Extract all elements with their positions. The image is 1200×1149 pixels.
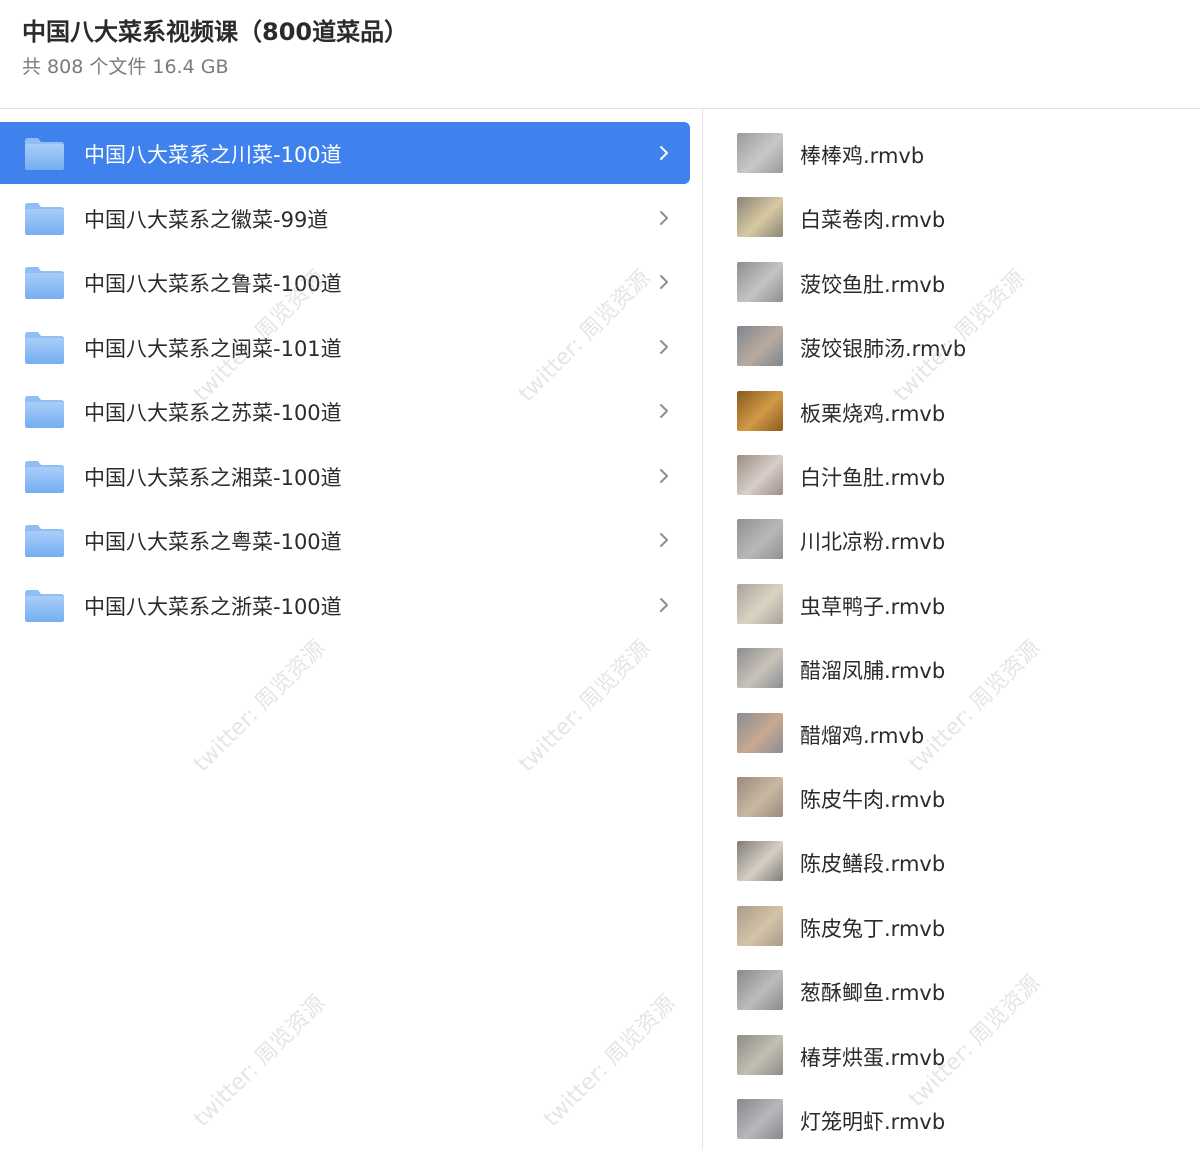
video-thumbnail <box>737 841 783 882</box>
video-thumbnail <box>737 133 783 173</box>
file-row[interactable]: 白菜卷肉.rmvb <box>703 187 1200 247</box>
folder-label: 中国八大菜系之徽菜-99道 <box>84 207 329 232</box>
header: 中国八大菜系视频课（800道菜品） 共 808 个文件 16.4 GB <box>0 0 1200 109</box>
folder-row[interactable]: 中国八大菜系之粤菜-100道 <box>0 509 690 571</box>
chevron-right-icon <box>660 533 668 547</box>
video-thumbnail <box>737 455 783 495</box>
video-thumbnail <box>737 519 783 560</box>
video-thumbnail <box>737 261 783 302</box>
file-label: 醋熘鸡.rmvb <box>800 723 925 748</box>
file-row[interactable]: 陈皮牛肉.rmvb <box>703 767 1200 827</box>
file-row[interactable]: 陈皮兔丁.rmvb <box>703 896 1200 956</box>
video-thumbnail <box>737 905 783 946</box>
file-row[interactable]: 葱酥鲫鱼.rmvb <box>703 960 1200 1020</box>
folder-row[interactable]: 中国八大菜系之川菜-100道 <box>0 122 690 184</box>
file-row[interactable]: 陈皮鳝段.rmvb <box>703 831 1200 891</box>
video-thumbnail <box>737 326 783 367</box>
file-row[interactable]: 菠饺银肺汤.rmvb <box>703 316 1200 376</box>
folder-row[interactable]: 中国八大菜系之鲁菜-100道 <box>0 251 690 313</box>
folder-label: 中国八大菜系之鲁菜-100道 <box>84 272 342 296</box>
video-thumbnail <box>737 197 783 238</box>
folder-icon <box>25 525 64 557</box>
folder-icon <box>25 267 64 299</box>
file-row[interactable]: 灯笼明虾.rmvb <box>703 1089 1200 1149</box>
folder-icon <box>25 396 64 428</box>
file-label: 灯笼明虾.rmvb <box>800 1110 946 1134</box>
folder-label: 中国八大菜系之苏菜-100道 <box>84 401 342 425</box>
video-thumbnail <box>737 1099 783 1139</box>
file-label: 陈皮兔丁.rmvb <box>800 916 946 941</box>
video-thumbnail <box>737 390 783 431</box>
folder-row[interactable]: 中国八大菜系之闽菜-101道 <box>0 316 690 378</box>
folder-icon <box>25 460 64 493</box>
folder-row[interactable]: 中国八大菜系之湘菜-100道 <box>0 445 690 507</box>
file-row[interactable]: 板栗烧鸡.rmvb <box>703 381 1200 441</box>
folder-label: 中国八大菜系之粤菜-100道 <box>84 530 342 554</box>
chevron-right-icon <box>660 275 668 289</box>
chevron-right-icon <box>660 404 668 418</box>
folder-icon <box>25 589 64 622</box>
file-label: 陈皮牛肉.rmvb <box>800 788 946 812</box>
folder-row[interactable]: 中国八大菜系之徽菜-99道 <box>0 187 690 249</box>
file-row[interactable]: 川北凉粉.rmvb <box>703 509 1200 569</box>
file-label: 棒棒鸡.rmvb <box>800 144 925 168</box>
folder-row[interactable]: 中国八大菜系之浙菜-100道 <box>0 574 690 636</box>
file-label: 虫草鸭子.rmvb <box>800 594 946 619</box>
folder-label: 中国八大菜系之湘菜-100道 <box>84 465 342 490</box>
file-row[interactable]: 白汁鱼肚.rmvb <box>703 445 1200 505</box>
file-label: 陈皮鳝段.rmvb <box>800 852 946 877</box>
video-thumbnail <box>737 648 783 689</box>
file-label: 白汁鱼肚.rmvb <box>800 466 946 490</box>
file-label: 菠饺鱼肚.rmvb <box>800 272 946 297</box>
video-thumbnail <box>737 777 783 817</box>
video-thumbnail <box>737 583 783 624</box>
folder-icon <box>25 331 64 364</box>
file-row[interactable]: 椿芽烘蛋.rmvb <box>703 1025 1200 1085</box>
file-label: 板栗烧鸡.rmvb <box>800 401 946 426</box>
file-row[interactable]: 菠饺鱼肚.rmvb <box>703 252 1200 312</box>
file-label: 白菜卷肉.rmvb <box>800 208 946 233</box>
folder-label: 中国八大菜系之川菜-100道 <box>84 143 342 167</box>
page-title: 中国八大菜系视频课（800道菜品） <box>22 18 409 46</box>
video-thumbnail <box>737 970 783 1011</box>
file-row[interactable]: 醋熘鸡.rmvb <box>703 703 1200 763</box>
folder-row[interactable]: 中国八大菜系之苏菜-100道 <box>0 380 690 442</box>
file-label: 川北凉粉.rmvb <box>800 530 946 555</box>
file-label: 椿芽烘蛋.rmvb <box>800 1045 946 1070</box>
video-thumbnail <box>737 1034 783 1075</box>
folder-label: 中国八大菜系之闽菜-101道 <box>84 336 342 361</box>
file-row[interactable]: 棒棒鸡.rmvb <box>703 123 1200 183</box>
file-row[interactable]: 醋溜凤脯.rmvb <box>703 638 1200 698</box>
chevron-right-icon <box>660 339 668 354</box>
file-row[interactable]: 虫草鸭子.rmvb <box>703 574 1200 634</box>
chevron-right-icon <box>660 597 668 612</box>
file-count-summary: 共 808 个文件 16.4 GB <box>22 56 229 78</box>
folder-icon <box>25 202 64 235</box>
file-label: 醋溜凤脯.rmvb <box>800 659 946 684</box>
file-label: 菠饺银肺汤.rmvb <box>800 337 967 362</box>
chevron-right-icon <box>660 468 668 483</box>
video-thumbnail <box>737 712 783 753</box>
file-label: 葱酥鲫鱼.rmvb <box>800 981 946 1006</box>
chevron-right-icon <box>660 146 668 160</box>
folder-icon <box>25 138 64 170</box>
folder-list: 中国八大菜系之川菜-100道 中国八大菜系之徽菜-99道 中国八大菜系之鲁菜-100… <box>0 109 702 1149</box>
chevron-right-icon <box>660 210 668 225</box>
file-list: 棒棒鸡.rmvb 白菜卷肉.rmvb 菠饺鱼肚.rmvb 菠饺银肺汤.rmvb 板栗烧鸡… <box>703 109 1200 1149</box>
folder-label: 中国八大菜系之浙菜-100道 <box>84 594 342 619</box>
